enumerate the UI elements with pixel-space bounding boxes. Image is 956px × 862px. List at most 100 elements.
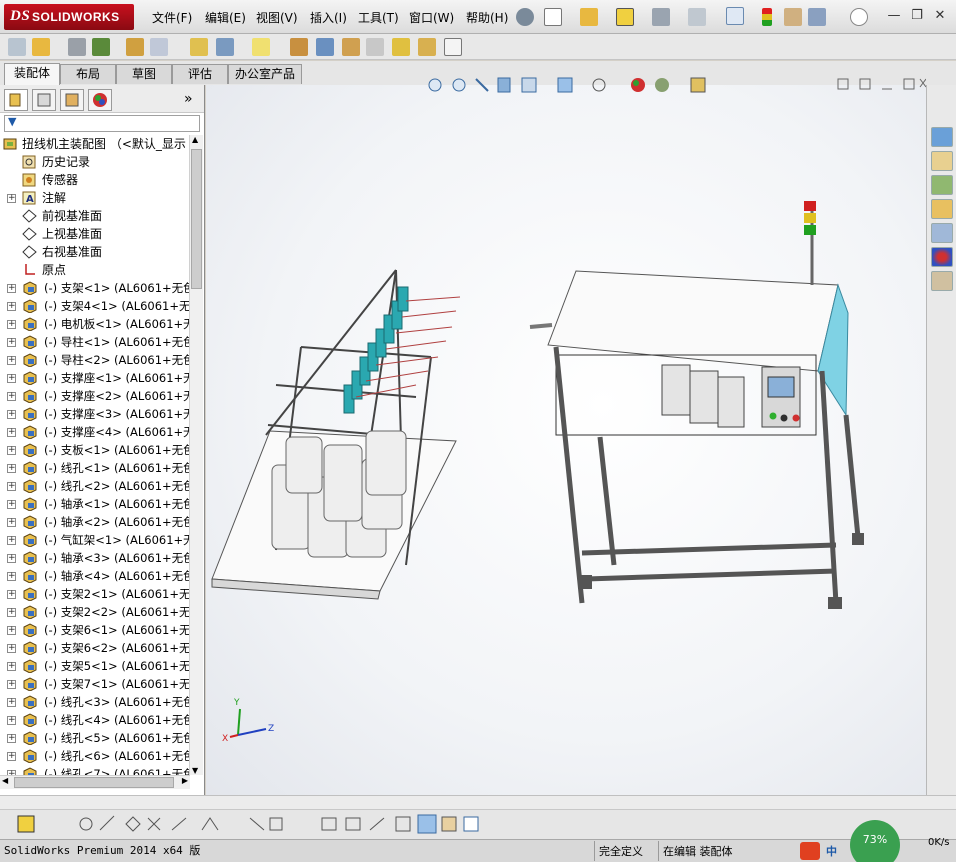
paperclip-icon[interactable] xyxy=(68,38,86,56)
expand-toggle-icon[interactable]: + xyxy=(7,338,16,347)
tab-evaluate[interactable]: 评估 xyxy=(172,64,228,84)
expand-toggle-icon[interactable]: + xyxy=(7,608,16,617)
smart-dimension-icon[interactable] xyxy=(321,817,337,831)
tree-item-front-plane[interactable]: 前视基准面 xyxy=(0,207,190,225)
help-question-icon[interactable] xyxy=(850,8,868,26)
tree-item-component[interactable]: + (-) 线孔<7> (AL6061+无色 xyxy=(0,765,190,775)
expand-toggle-icon[interactable]: + xyxy=(7,554,16,563)
menu-window[interactable]: 窗口(W) xyxy=(409,9,454,26)
tree-item-component[interactable]: + (-) 支架2<1> (AL6061+无色 xyxy=(0,585,190,603)
property-manager-icon[interactable] xyxy=(32,89,56,111)
tree-item-history[interactable]: 历史记录 xyxy=(0,153,190,171)
graphics-area[interactable]: Y Z X xyxy=(206,77,926,795)
expand-toggle-icon[interactable]: + xyxy=(7,464,16,473)
assembly-features-icon[interactable] xyxy=(190,38,208,56)
tree-root-assembly[interactable]: 扭线机主装配图 （<默认_显示 xyxy=(0,135,190,153)
tree-item-component[interactable]: + (-) 线孔<2> (AL6061+无色 xyxy=(0,477,190,495)
expand-toggle-icon[interactable]: + xyxy=(7,536,16,545)
expand-toggle-icon[interactable]: + xyxy=(7,320,16,329)
tree-filter-input[interactable]: ▼ xyxy=(4,115,200,132)
tree-item-component[interactable]: + (-) 导柱<2> (AL6061+无色 xyxy=(0,351,190,369)
tree-item-component[interactable]: + (-) 支架2<2> (AL6061+无色 xyxy=(0,603,190,621)
expand-toggle-icon[interactable]: + xyxy=(7,428,16,437)
tree-item-sensors[interactable]: 传感器 xyxy=(0,171,190,189)
expand-toggle-icon[interactable]: + xyxy=(7,302,16,311)
scroll-up-icon[interactable]: ▲ xyxy=(192,135,198,144)
expand-toggle-icon[interactable]: + xyxy=(7,644,16,653)
expand-toggle-icon[interactable]: + xyxy=(7,500,16,509)
scroll-down-icon[interactable]: ▼ xyxy=(192,766,198,775)
tree-item-component[interactable]: + (-) 导柱<1> (AL6061+无色 xyxy=(0,333,190,351)
expand-toggle-icon[interactable]: + xyxy=(7,518,16,527)
twisting-machine-assembly[interactable] xyxy=(529,201,864,609)
home-icon[interactable] xyxy=(931,151,953,171)
polygon-tool-icon[interactable] xyxy=(125,816,141,832)
shaded-box-icon[interactable] xyxy=(417,814,437,834)
rebuild-traffic-light-icon[interactable] xyxy=(762,8,772,26)
menu-edit[interactable]: 编辑(E) xyxy=(205,9,246,26)
performance-meter[interactable]: 73% xyxy=(850,820,900,862)
reference-geometry-icon[interactable] xyxy=(216,38,234,56)
tree-vertical-scrollbar[interactable]: ▲ ▼ xyxy=(189,135,203,775)
tab-layout[interactable]: 布局 xyxy=(60,64,116,84)
appearances-icon[interactable] xyxy=(931,247,953,267)
expand-toggle-icon[interactable]: + xyxy=(7,716,16,725)
rectangle-tool-icon[interactable] xyxy=(269,817,283,831)
expand-toggle-icon[interactable]: + xyxy=(7,356,16,365)
large-assembly-mode-icon[interactable] xyxy=(444,38,462,56)
open-folder-icon[interactable] xyxy=(580,8,598,26)
tree-horizontal-scrollbar[interactable]: ◀ ▶ xyxy=(0,775,190,789)
instant3d-icon[interactable] xyxy=(392,38,410,56)
expand-toggle-icon[interactable]: + xyxy=(7,194,16,203)
save-icon[interactable] xyxy=(616,8,634,26)
tree-item-component[interactable]: + (-) 轴承<1> (AL6061+无色 xyxy=(0,495,190,513)
angle-dimension-icon[interactable] xyxy=(369,817,385,831)
circle-tool-icon[interactable] xyxy=(79,817,93,831)
scroll-left-icon[interactable]: ◀ xyxy=(2,776,8,785)
tree-item-top-plane[interactable]: 上视基准面 xyxy=(0,225,190,243)
expand-toggle-icon[interactable]: + xyxy=(7,284,16,293)
tab-assembly[interactable]: 装配体 xyxy=(4,63,60,85)
warning-icon[interactable] xyxy=(17,815,35,833)
tree-item-component[interactable]: + (-) 线孔<4> (AL6061+无色 xyxy=(0,711,190,729)
expand-toggle-icon[interactable]: + xyxy=(7,680,16,689)
expand-toggle-icon[interactable]: + xyxy=(7,626,16,635)
tab-sketch[interactable]: 草图 xyxy=(116,64,172,84)
bill-of-materials-icon[interactable] xyxy=(290,38,308,56)
tree-item-component[interactable]: + (-) 线孔<6> (AL6061+无色 xyxy=(0,747,190,765)
tree-item-component[interactable]: + (-) 支撑座<4> (AL6061+无 xyxy=(0,423,190,441)
tree-item-component[interactable]: + (-) 轴承<2> (AL6061+无色 xyxy=(0,513,190,531)
expand-toggle-icon[interactable]: + xyxy=(7,572,16,581)
tree-item-component[interactable]: + (-) 支架4<1> (AL6061+无色 xyxy=(0,297,190,315)
tree-item-component[interactable]: + (-) 线孔<3> (AL6061+无色 xyxy=(0,693,190,711)
expand-toggle-icon[interactable]: + xyxy=(7,698,16,707)
insert-component-icon[interactable] xyxy=(8,38,26,56)
configuration-manager-icon[interactable] xyxy=(60,89,84,111)
tree-item-component[interactable]: + (-) 支架6<1> (AL6061+无色 xyxy=(0,621,190,639)
move-component-icon[interactable] xyxy=(126,38,144,56)
component-pattern-icon[interactable] xyxy=(92,38,110,56)
expand-toggle-icon[interactable]: + xyxy=(7,410,16,419)
grid-icon[interactable] xyxy=(345,817,361,831)
scroll-thumb[interactable] xyxy=(191,149,202,289)
tab-office-products[interactable]: 办公室产品 xyxy=(228,64,302,84)
expand-toggle-icon[interactable]: + xyxy=(7,392,16,401)
line-tool-icon[interactable] xyxy=(99,815,115,831)
tree-item-component[interactable]: + (-) 支撑座<3> (AL6061+无 xyxy=(0,405,190,423)
interference-detection-icon[interactable] xyxy=(366,38,384,56)
scroll-right-icon[interactable]: ▶ xyxy=(182,776,188,785)
expand-toggle-icon[interactable]: + xyxy=(7,734,16,743)
new-motion-study-icon[interactable] xyxy=(252,38,270,56)
tree-item-component[interactable]: + (-) 轴承<3> (AL6061+无色 xyxy=(0,549,190,567)
view-palette-icon[interactable] xyxy=(931,223,953,243)
camera-icon[interactable] xyxy=(441,816,457,832)
trim-tool-icon[interactable] xyxy=(147,817,161,831)
ime-indicator[interactable]: 中 xyxy=(826,841,837,862)
select-arrow-icon[interactable] xyxy=(726,7,744,25)
tree-item-annotations[interactable]: + A 注解 xyxy=(0,189,190,207)
options-icon[interactable] xyxy=(808,8,826,26)
close-icon[interactable]: ✕ xyxy=(932,8,948,24)
solidworks-logo[interactable]: DS SOLIDWORKS xyxy=(4,4,134,30)
explode-line-sketch-icon[interactable] xyxy=(342,38,360,56)
scroll-thumb[interactable] xyxy=(14,777,174,788)
